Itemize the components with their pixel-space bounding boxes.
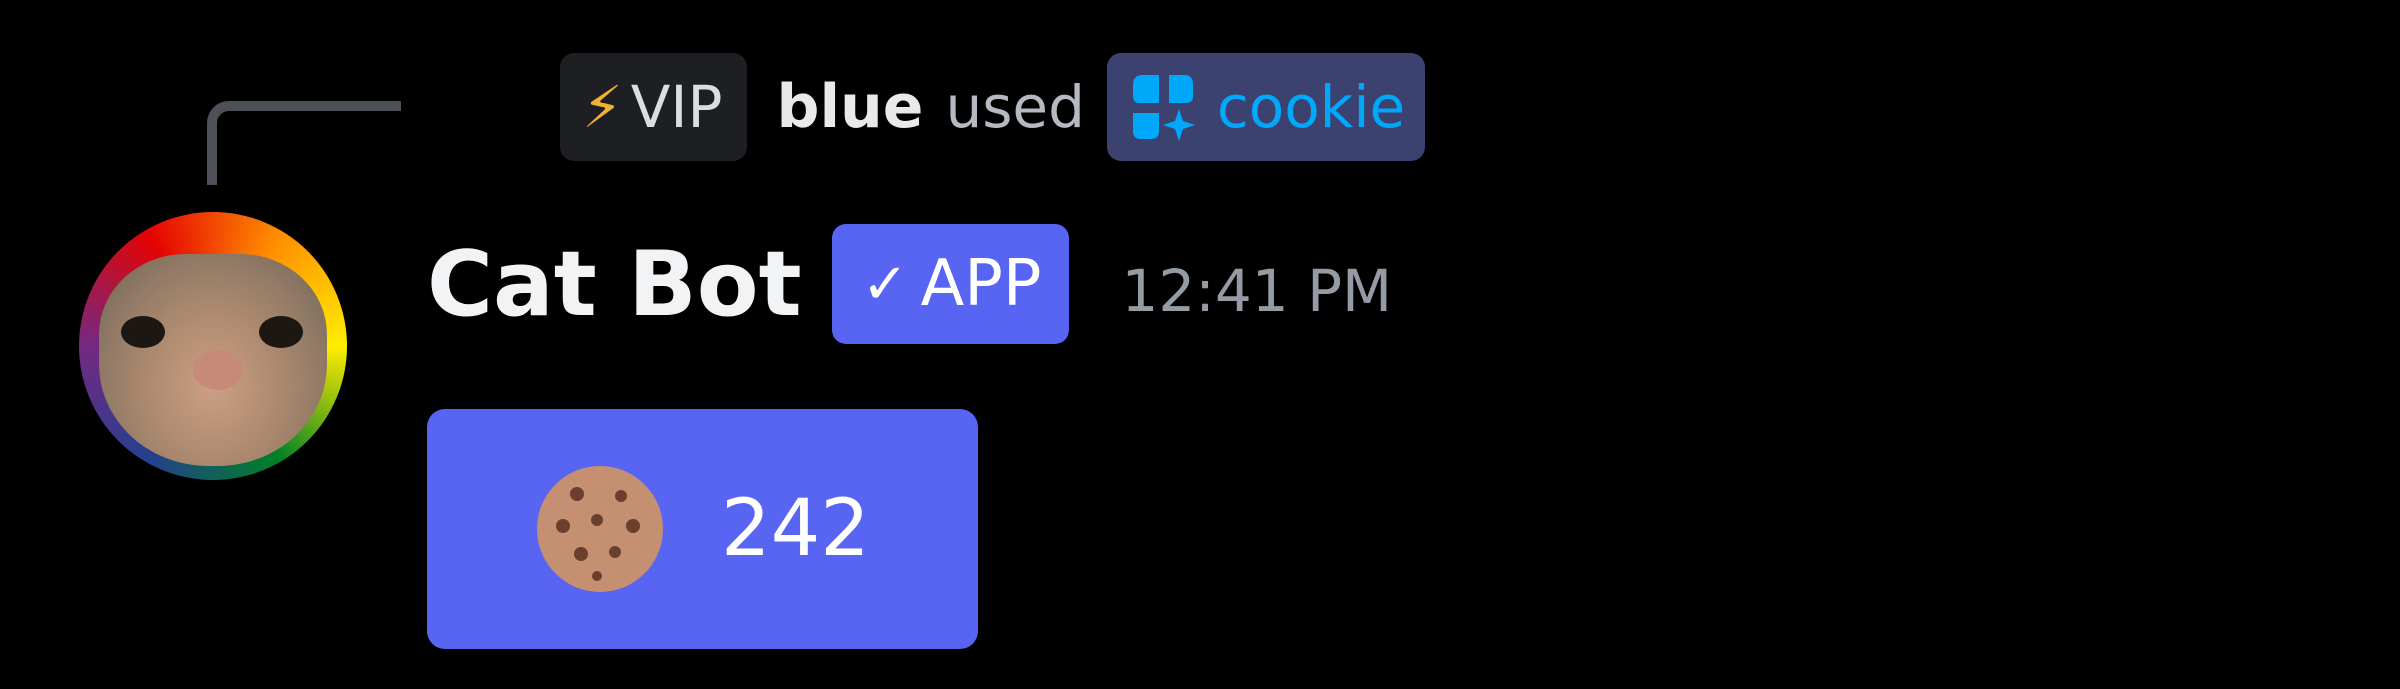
- cookie-count: 242: [721, 484, 870, 574]
- command-name: cookie: [1216, 73, 1406, 141]
- lightning-bolt-icon: ⚡: [582, 73, 623, 141]
- app-badge-label: APP: [920, 247, 1042, 321]
- reply-connector-line: [207, 101, 401, 185]
- message-container: ⚡ VIP blue used cookie Cat Bot ✓ APP 12:: [0, 0, 2400, 689]
- author-name[interactable]: Cat Bot: [427, 232, 802, 337]
- checkmark-icon: ✓: [861, 251, 909, 317]
- cat-left-eye: [121, 316, 165, 348]
- cat-nose: [193, 350, 243, 390]
- cookie-icon: [537, 466, 664, 592]
- reply-username[interactable]: blue: [777, 72, 924, 142]
- app-badge: ✓ APP: [831, 224, 1070, 344]
- timestamp[interactable]: 12:41 PM: [1121, 257, 1392, 325]
- vip-tag[interactable]: ⚡ VIP: [560, 53, 747, 161]
- avatar[interactable]: [79, 212, 347, 480]
- cat-face-image: [99, 254, 327, 466]
- cookie-button[interactable]: 242: [427, 409, 978, 649]
- message-header: Cat Bot ✓ APP 12:41 PM: [427, 222, 1392, 346]
- command-chip[interactable]: cookie: [1106, 53, 1426, 161]
- reply-context[interactable]: ⚡ VIP blue used cookie: [560, 52, 1426, 162]
- app-command-icon: [1132, 75, 1195, 141]
- reply-action-text: used: [945, 73, 1085, 141]
- vip-tag-label: VIP: [630, 73, 723, 141]
- cat-right-eye: [259, 316, 303, 348]
